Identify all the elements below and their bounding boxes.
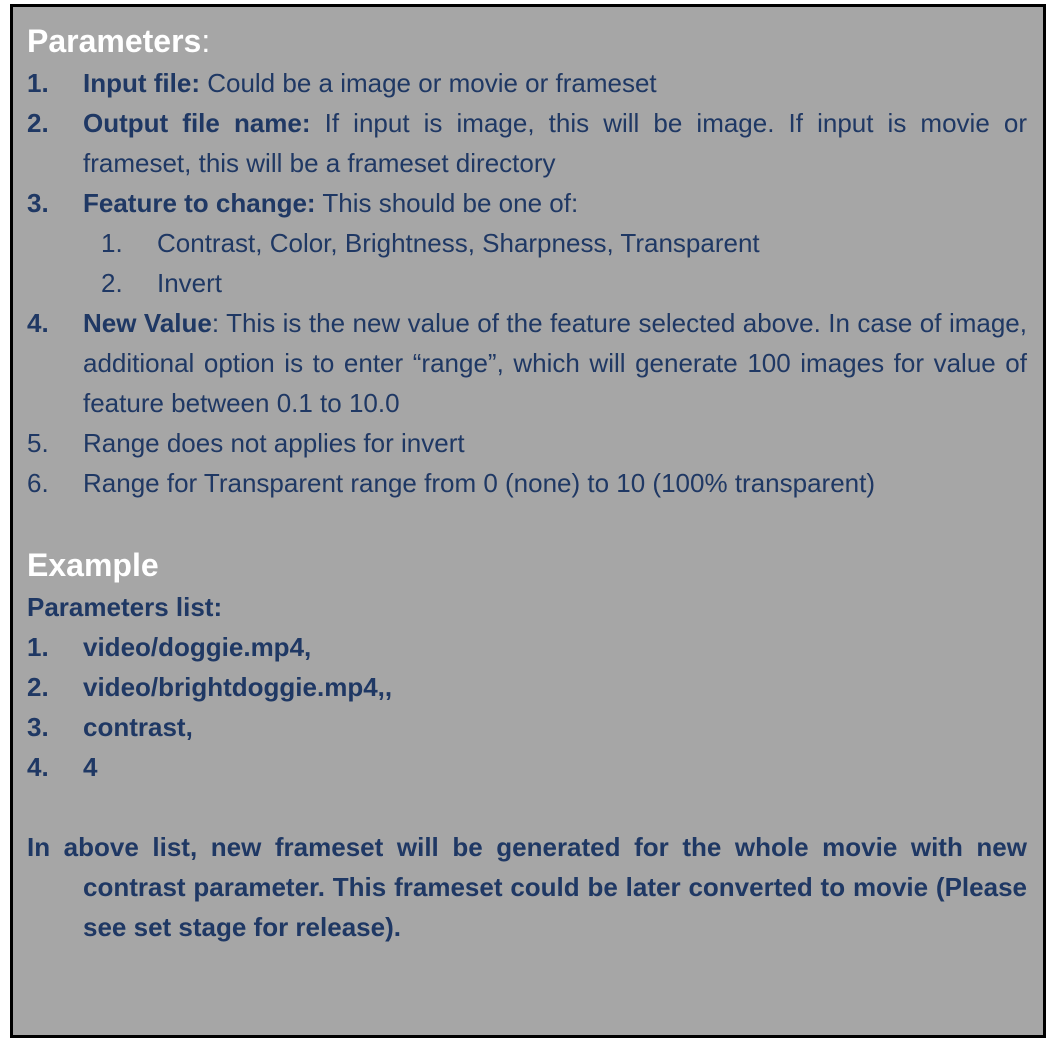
example-item-text: video/brightdoggie.mp4,,: [83, 672, 393, 702]
list-number: 3.: [27, 712, 49, 742]
parameter-item-range-invert: 5. Range does not applies for invert: [27, 423, 1027, 463]
feature-options-list: 1. Contrast, Color, Brightness, Sharpnes…: [27, 223, 1027, 303]
term-label: New Value: [83, 308, 212, 338]
feature-option-text: Invert: [157, 268, 223, 298]
example-list-item: 2. video/brightdoggie.mp4,,: [27, 667, 1027, 707]
feature-option-text: Contrast, Color, Brightness, Sharpness, …: [157, 228, 760, 258]
list-item-body: Input file: Could be a image or movie or…: [83, 63, 1027, 103]
example-list-item: 1. video/doggie.mp4,: [27, 627, 1027, 667]
parameter-item-input-file: 1. Input file: Could be a image or movie…: [27, 63, 1027, 103]
term-label: Output file name:: [83, 108, 311, 138]
example-note: In above list, new frameset will be gene…: [27, 832, 1027, 942]
example-item-text: contrast,: [83, 712, 193, 742]
list-number: 4.: [27, 752, 49, 782]
list-number: 6.: [27, 468, 49, 498]
example-parameters-list: 1. video/doggie.mp4, 2. video/brightdogg…: [27, 627, 1027, 787]
feature-option-item: 2. Invert: [101, 263, 1027, 303]
content-panel: Parameters: 1. Input file: Could be a im…: [10, 4, 1046, 1038]
list-number: 5.: [27, 428, 49, 458]
list-item-body: Feature to change: This should be one of…: [83, 183, 1027, 223]
list-number: 2.: [27, 672, 49, 702]
parameter-item-new-value: 4. New Value: This is the new value of t…: [27, 303, 1027, 423]
list-number: 1.: [101, 228, 123, 258]
term-description: : This is the new value of the feature s…: [83, 308, 1027, 418]
feature-options: 1. Contrast, Color, Brightness, Sharpnes…: [27, 223, 1027, 303]
parameter-item-output-file-name: 2. Output file name: If input is image, …: [27, 103, 1027, 183]
list-number: 2.: [27, 108, 49, 138]
list-item-text: Range does not applies for invert: [83, 428, 465, 458]
parameters-heading: Parameters:: [27, 19, 1027, 63]
list-number: 1.: [27, 68, 49, 98]
example-item-text: 4: [83, 752, 98, 782]
list-item-body: Output file name: If input is image, thi…: [83, 103, 1027, 183]
example-heading: Example: [27, 547, 159, 583]
term-description: Could be a image or movie or frameset: [199, 68, 657, 98]
list-number: 3.: [27, 188, 49, 218]
list-item-body: New Value: This is the new value of the …: [83, 303, 1027, 423]
parameters-heading-text: Parameters: [27, 23, 202, 59]
term-label: Input file:: [83, 68, 200, 98]
parameters-heading-colon: :: [201, 23, 211, 59]
list-number: 2.: [101, 268, 123, 298]
parameter-item-range-transparent: 6. Range for Transparent range from 0 (n…: [27, 463, 1027, 503]
list-number: 4.: [27, 308, 49, 338]
parameter-item-feature-to-change: 3. Feature to change: This should be one…: [27, 183, 1027, 223]
term-label: Feature to change:: [83, 188, 316, 218]
example-list-title: Parameters list:: [27, 592, 223, 622]
example-list-item: 4. 4: [27, 747, 1027, 787]
parameters-list: 1. Input file: Could be a image or movie…: [27, 63, 1027, 503]
feature-option-item: 1. Contrast, Color, Brightness, Sharpnes…: [101, 223, 1027, 263]
example-item-text: video/doggie.mp4,: [83, 632, 312, 662]
example-list-item: 3. contrast,: [27, 707, 1027, 747]
term-description: This should be one of:: [315, 188, 579, 218]
list-item-text: Range for Transparent range from 0 (none…: [83, 468, 875, 498]
list-number: 1.: [27, 632, 49, 662]
